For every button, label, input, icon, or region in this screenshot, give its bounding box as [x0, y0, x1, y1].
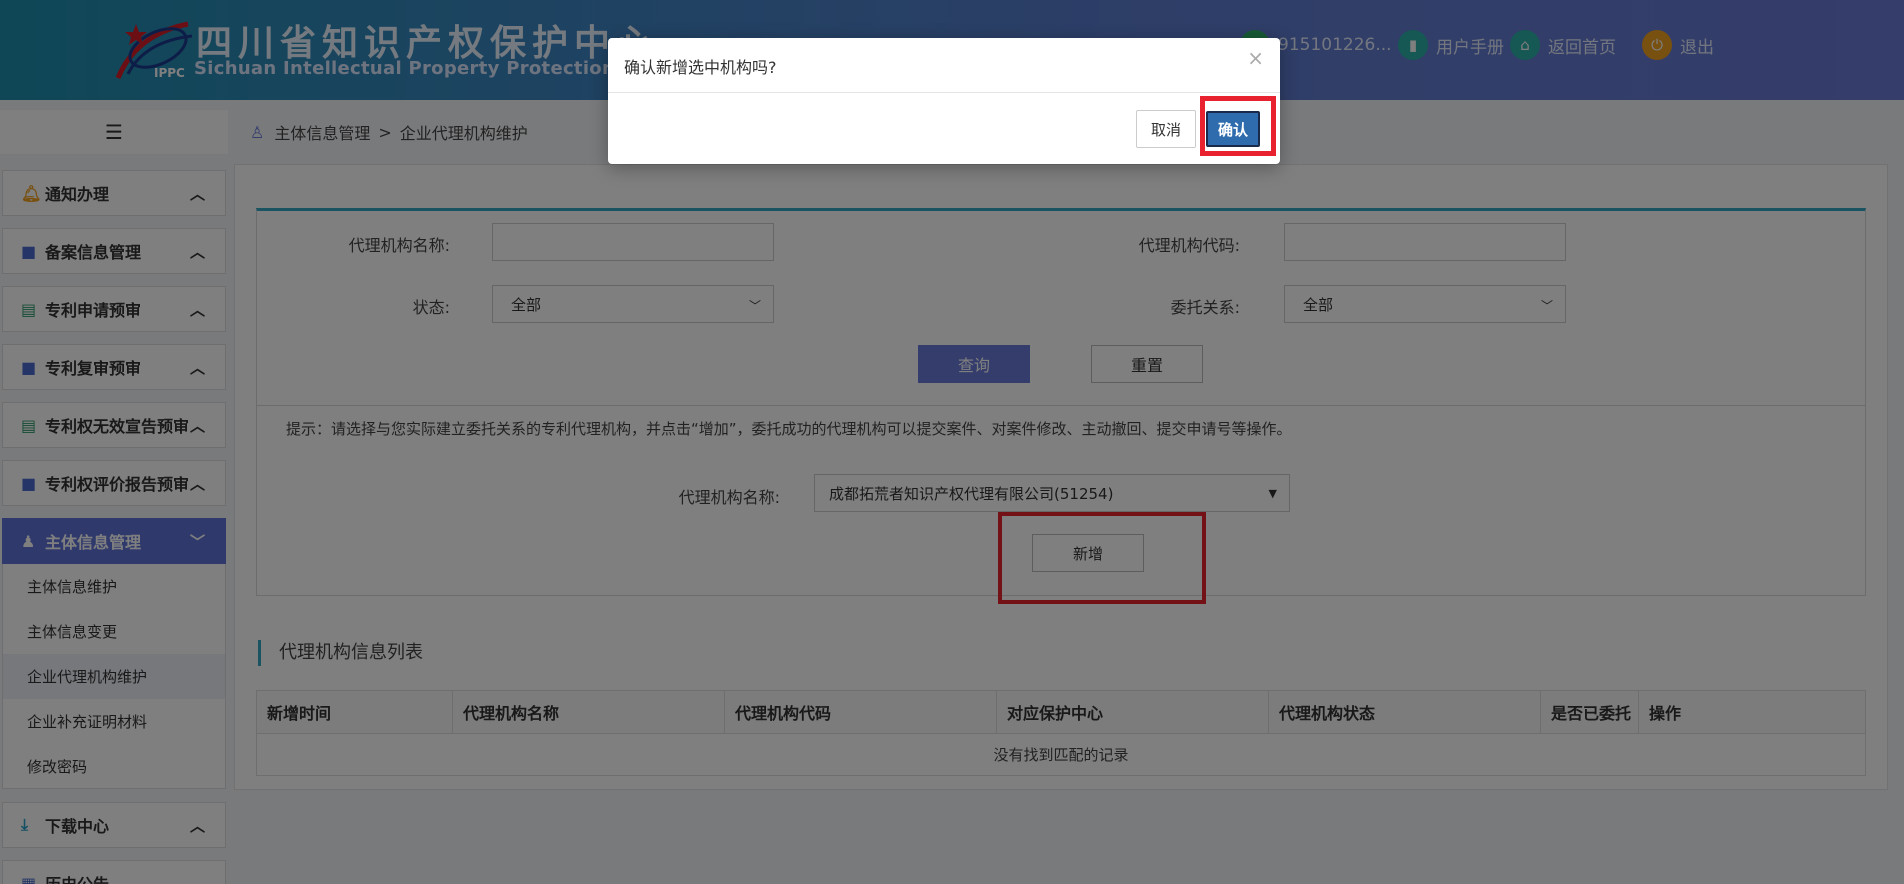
highlight-box-confirm — [1200, 96, 1276, 156]
cancel-button[interactable]: 取消 — [1136, 110, 1196, 148]
dialog-divider — [608, 92, 1280, 93]
dialog-message: 确认新增选中机构吗? — [624, 58, 777, 77]
close-icon[interactable]: × — [1247, 46, 1264, 70]
confirm-dialog: 确认新增选中机构吗? × 取消 确认 — [608, 38, 1280, 164]
